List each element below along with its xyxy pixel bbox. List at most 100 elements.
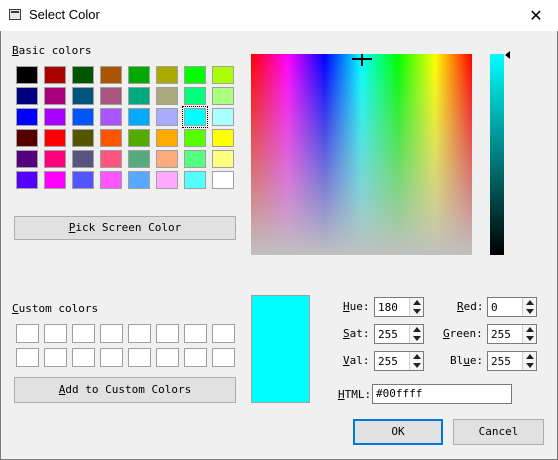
basic-color-swatch[interactable] [128, 87, 150, 105]
basic-color-swatch[interactable] [44, 129, 66, 147]
basic-color-swatch[interactable] [16, 171, 38, 189]
hue-spinbox[interactable]: 180 [374, 297, 424, 317]
spin-up-icon[interactable] [526, 354, 534, 359]
basic-color-swatch[interactable] [16, 87, 38, 105]
basic-color-swatch[interactable] [128, 150, 150, 168]
window-title: Select Color [29, 7, 100, 22]
html-input[interactable]: #00ffff [372, 384, 512, 404]
color-preview [251, 295, 310, 403]
basic-color-swatch[interactable] [156, 87, 178, 105]
basic-color-swatch[interactable] [182, 106, 208, 128]
basic-color-swatch[interactable] [184, 66, 206, 84]
blue-spinbox[interactable]: 255 [487, 351, 537, 371]
basic-color-swatch[interactable] [44, 171, 66, 189]
val-spinbox[interactable]: 255 [374, 351, 424, 371]
spin-up-icon[interactable] [526, 327, 534, 332]
basic-color-swatch[interactable] [44, 66, 66, 84]
basic-color-swatch[interactable] [16, 129, 38, 147]
custom-color-slot[interactable] [184, 348, 207, 367]
custom-colors-label: Custom colors [12, 302, 99, 315]
basic-color-swatch[interactable] [156, 108, 178, 126]
basic-color-swatch[interactable] [72, 108, 94, 126]
red-label: Red: [457, 300, 484, 313]
window-icon [9, 9, 21, 20]
basic-color-swatch[interactable] [44, 87, 66, 105]
basic-color-swatch[interactable] [128, 66, 150, 84]
basic-color-swatch[interactable] [72, 171, 94, 189]
basic-color-swatch[interactable] [212, 150, 234, 168]
basic-color-swatch[interactable] [184, 129, 206, 147]
basic-color-swatch[interactable] [212, 129, 234, 147]
spin-down-icon[interactable] [413, 309, 421, 314]
add-to-custom-colors-button[interactable]: Add to Custom Colors [14, 377, 236, 403]
sat-label: Sat: [343, 327, 370, 340]
custom-color-slot[interactable] [156, 348, 179, 367]
basic-color-swatch[interactable] [44, 150, 66, 168]
basic-color-swatch[interactable] [212, 87, 234, 105]
custom-color-slot[interactable] [72, 348, 95, 367]
ok-button[interactable]: OK [353, 419, 443, 445]
basic-color-swatch[interactable] [128, 171, 150, 189]
basic-color-swatch[interactable] [212, 66, 234, 84]
custom-color-slot[interactable] [156, 324, 179, 343]
basic-color-swatch[interactable] [184, 150, 206, 168]
value-slider[interactable] [490, 54, 504, 255]
basic-color-swatch[interactable] [156, 66, 178, 84]
spin-up-icon[interactable] [526, 300, 534, 305]
spin-down-icon[interactable] [526, 363, 534, 368]
custom-color-slot[interactable] [128, 348, 151, 367]
value-slider-arrow-icon[interactable] [505, 51, 510, 59]
basic-color-swatch[interactable] [156, 171, 178, 189]
basic-color-swatch[interactable] [156, 129, 178, 147]
basic-color-swatch[interactable] [72, 150, 94, 168]
red-spinbox[interactable]: 0 [487, 297, 537, 317]
close-button[interactable]: ✕ [514, 0, 558, 31]
basic-color-swatch[interactable] [156, 150, 178, 168]
basic-color-swatch[interactable] [212, 171, 234, 189]
spin-up-icon[interactable] [413, 300, 421, 305]
custom-color-slot[interactable] [16, 324, 39, 343]
custom-color-slot[interactable] [72, 324, 95, 343]
cancel-button[interactable]: Cancel [453, 419, 544, 445]
basic-color-swatch[interactable] [100, 66, 122, 84]
custom-color-slot[interactable] [44, 324, 67, 343]
custom-color-slot[interactable] [100, 348, 123, 367]
custom-color-slot[interactable] [16, 348, 39, 367]
custom-color-slot[interactable] [100, 324, 123, 343]
spin-down-icon[interactable] [413, 363, 421, 368]
val-label: Val: [343, 354, 370, 367]
custom-color-slot[interactable] [212, 324, 235, 343]
custom-color-slot[interactable] [128, 324, 151, 343]
spin-up-icon[interactable] [413, 354, 421, 359]
basic-color-swatch[interactable] [184, 87, 206, 105]
basic-color-swatch[interactable] [16, 150, 38, 168]
color-spectrum[interactable] [251, 54, 472, 255]
basic-color-swatch[interactable] [100, 108, 122, 126]
spin-up-icon[interactable] [413, 327, 421, 332]
basic-color-swatch[interactable] [72, 87, 94, 105]
basic-color-swatch[interactable] [128, 108, 150, 126]
green-label: Green: [443, 327, 483, 340]
basic-color-swatch[interactable] [100, 87, 122, 105]
basic-color-swatch[interactable] [100, 171, 122, 189]
spin-down-icon[interactable] [526, 336, 534, 341]
basic-color-swatch[interactable] [16, 66, 38, 84]
basic-color-swatch[interactable] [44, 108, 66, 126]
basic-color-swatch[interactable] [184, 171, 206, 189]
spin-down-icon[interactable] [413, 336, 421, 341]
basic-color-swatch[interactable] [72, 66, 94, 84]
basic-color-swatch[interactable] [212, 108, 234, 126]
basic-color-swatch[interactable] [100, 150, 122, 168]
basic-colors-label: Basic colors [12, 44, 92, 57]
custom-color-slot[interactable] [184, 324, 207, 343]
custom-color-slot[interactable] [212, 348, 235, 367]
basic-color-swatch[interactable] [16, 108, 38, 126]
green-spinbox[interactable]: 255 [487, 324, 537, 344]
pick-screen-color-button[interactable]: Pick Screen Color [14, 216, 236, 240]
spin-down-icon[interactable] [526, 309, 534, 314]
basic-color-swatch[interactable] [128, 129, 150, 147]
basic-color-swatch[interactable] [72, 129, 94, 147]
custom-color-slot[interactable] [44, 348, 67, 367]
basic-color-swatch[interactable] [100, 129, 122, 147]
sat-spinbox[interactable]: 255 [374, 324, 424, 344]
